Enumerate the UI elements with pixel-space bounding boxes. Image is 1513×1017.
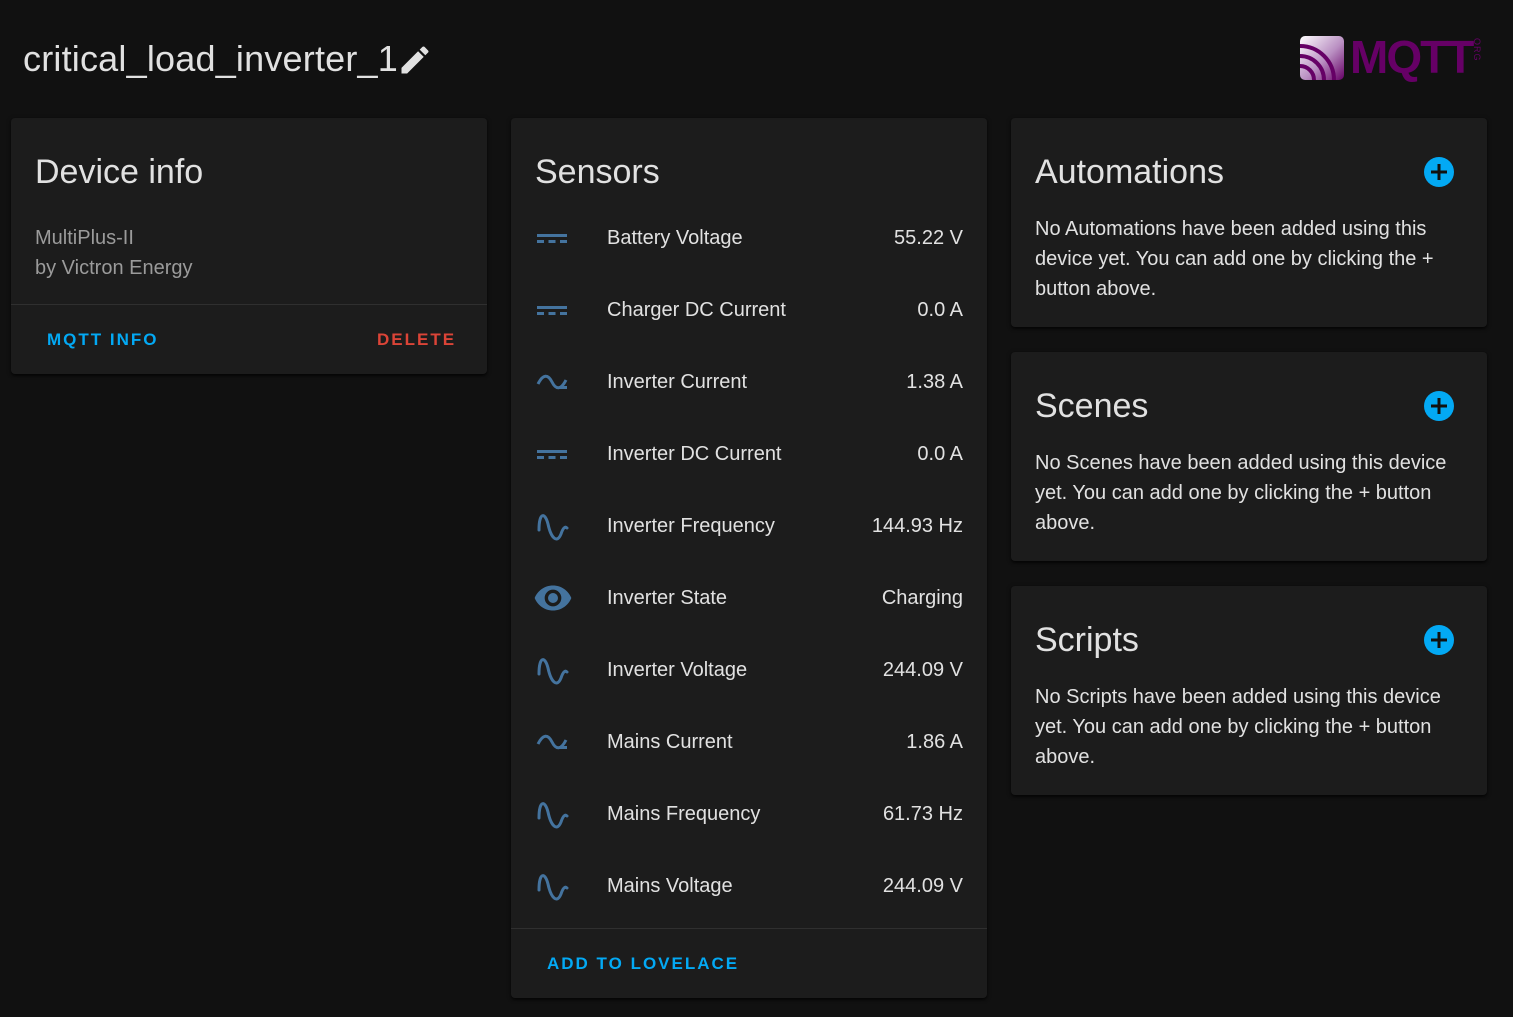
device-info-card: Device info MultiPlus-II by Victron Ener… [11,118,487,374]
sensor-value: 144.93 Hz [871,515,963,537]
sensor-name: Inverter State [607,587,728,609]
automations-title: Automations [1035,153,1224,191]
sensor-value: 244.09 V [882,875,963,897]
sensor-name: Inverter Current [607,371,748,393]
sensor-row-inverter-current[interactable]: Inverter Current 1.38 A [511,348,987,420]
sensor-row-inverter-dc-current[interactable]: Inverter DC Current 0.0 A [511,420,987,492]
sensor-value: 244.09 V [882,659,963,681]
pencil-icon[interactable] [397,42,433,78]
sensor-value: 0.0 A [917,299,963,321]
card-divider [11,304,487,305]
sensor-name: Inverter Voltage [607,659,748,681]
current-ac-icon [533,362,573,402]
current-dc-icon [533,434,573,474]
add-scene-button[interactable] [1423,390,1455,422]
sine-wave-icon [533,866,573,906]
device-manufacturer: by Victron Energy [35,257,193,279]
sine-wave-icon [533,650,573,690]
sensor-row-battery-voltage[interactable]: Battery Voltage 55.22 V [511,204,987,276]
sensor-row-mains-frequency[interactable]: Mains Frequency 61.73 Hz [511,780,987,852]
device-page: critical_load_inverter_1 MQTT ORG Device… [0,0,1513,1017]
automations-empty-text: No Automations have been added using thi… [1035,218,1434,300]
mqtt-logo: MQTT ORG [1300,31,1490,83]
current-ac-icon [533,722,573,762]
sensors-card: Sensors Battery Voltage 55.22 V Charger … [511,118,987,998]
sensor-value: 0.0 A [917,443,963,465]
add-to-lovelace-button[interactable]: ADD TO LOVELACE [547,954,739,974]
sine-wave-icon [533,794,573,834]
scenes-empty-text: No Scenes have been added using this dev… [1035,452,1447,534]
scenes-card: Scenes No Scenes have been added using t… [1011,352,1487,561]
add-script-button[interactable] [1423,624,1455,656]
sensor-row-charger-dc-current[interactable]: Charger DC Current 0.0 A [511,276,987,348]
add-automation-button[interactable] [1423,156,1455,188]
current-dc-icon [533,218,573,258]
sensor-name: Charger DC Current [607,299,786,321]
eye-icon [533,578,573,618]
sine-wave-icon [533,506,573,546]
sensor-name: Inverter DC Current [607,443,782,465]
sensor-name: Inverter Frequency [607,515,775,537]
automations-card: Automations No Automations have been add… [1011,118,1487,327]
logo-suffix: ORG [1472,38,1482,62]
plus-circle-icon [1424,625,1454,655]
plus-circle-icon [1424,157,1454,187]
sensor-name: Mains Voltage [607,875,733,897]
page-header: critical_load_inverter_1 MQTT ORG [0,0,1513,118]
plus-circle-icon [1424,391,1454,421]
sensor-row-inverter-frequency[interactable]: Inverter Frequency 144.93 Hz [511,492,987,564]
page-title: critical_load_inverter_1 [23,38,398,79]
sensor-value: 1.86 A [906,731,963,753]
sensor-value: 55.22 V [894,227,963,249]
scripts-card: Scripts No Scripts have been added using… [1011,586,1487,795]
current-dc-icon [533,290,573,330]
scripts-title: Scripts [1035,621,1139,659]
scenes-title: Scenes [1035,387,1149,425]
delete-button[interactable]: DELETE [377,330,456,350]
mqtt-info-button[interactable]: MQTT INFO [47,330,158,350]
logo-text: MQTT [1350,31,1474,83]
sensor-name: Mains Frequency [607,803,761,825]
sensor-row-mains-current[interactable]: Mains Current 1.86 A [511,708,987,780]
sensors-title: Sensors [535,153,660,191]
sensor-value: 61.73 Hz [882,803,963,825]
device-info-title: Device info [35,153,204,191]
card-divider [511,928,987,929]
sensor-value: 1.38 A [906,371,963,393]
sensor-name: Battery Voltage [607,227,743,249]
sensor-value: Charging [881,587,963,609]
sensor-row-inverter-state[interactable]: Inverter State Charging [511,564,987,636]
device-model: MultiPlus-II [35,227,134,249]
sensor-row-mains-voltage[interactable]: Mains Voltage 244.09 V [511,852,987,924]
sensor-row-inverter-voltage[interactable]: Inverter Voltage 244.09 V [511,636,987,708]
sensor-name: Mains Current [607,731,733,753]
scripts-empty-text: No Scripts have been added using this de… [1035,686,1441,768]
